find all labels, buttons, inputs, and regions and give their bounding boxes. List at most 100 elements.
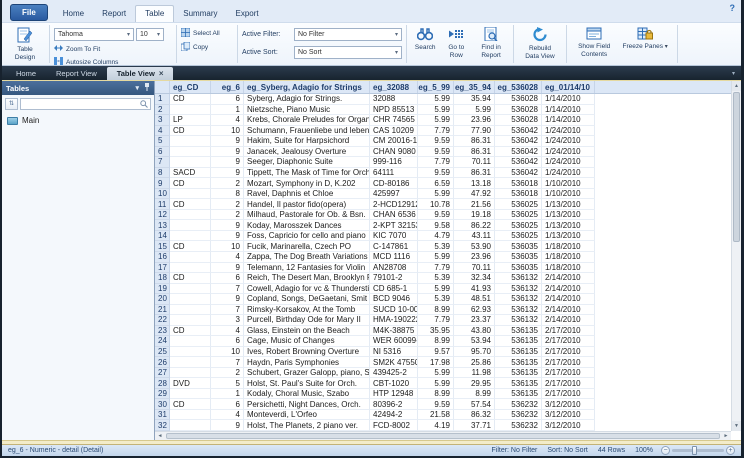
grid-cell[interactable]: 8.99	[454, 389, 495, 400]
row-number-cell[interactable]: 18	[155, 273, 170, 284]
ribbon-tab-report[interactable]: Report	[93, 6, 135, 22]
grid-row[interactable]: 267Haydn, Paris SymphoniesSM2K 4755017.9…	[155, 357, 731, 368]
grid-cell[interactable]: WER 60099-5	[370, 336, 418, 347]
grid-cell[interactable]: 9	[211, 147, 244, 158]
grid-cell[interactable]: FCD-8002	[370, 420, 418, 431]
grid-cell[interactable]	[170, 220, 211, 231]
grid-cell[interactable]: 536042	[495, 168, 542, 179]
grid-cell[interactable]: 4.79	[418, 231, 454, 242]
scroll-up-icon[interactable]: ▲	[732, 81, 741, 91]
grid-cell[interactable]: Rimsky-Korsakov, At the Tomb	[244, 305, 370, 316]
grid-cell[interactable]: 86.22	[454, 220, 495, 231]
grid-cell[interactable]: 7.79	[418, 315, 454, 326]
grid-cell[interactable]: 536135	[495, 357, 542, 368]
scroll-left-icon[interactable]: ◄	[155, 433, 165, 439]
grid-cell[interactable]: 536135	[495, 326, 542, 337]
grid-cell[interactable]: MCD 1116	[370, 252, 418, 263]
grid-row[interactable]: 223Purcell, Birthday Ode for Mary IIHMA-…	[155, 315, 731, 326]
row-number-cell[interactable]: 9	[155, 178, 170, 189]
table-design-button[interactable]: Table Design	[8, 25, 42, 63]
grid-cell[interactable]	[170, 284, 211, 295]
grid-cell[interactable]: 32.34	[454, 273, 495, 284]
scroll-down-icon[interactable]: ▼	[732, 421, 741, 431]
caret-down-icon[interactable]: ▾	[135, 84, 139, 92]
grid-cell[interactable]: CHAN 6536	[370, 210, 418, 221]
grid-cell[interactable]: 8.99	[418, 389, 454, 400]
grid-cell[interactable]: 5.99	[418, 115, 454, 126]
grid-cell[interactable]	[170, 315, 211, 326]
grid-cell[interactable]: 10	[211, 126, 244, 137]
file-tab[interactable]: File	[10, 4, 48, 21]
row-number-cell[interactable]: 30	[155, 399, 170, 410]
grid-cell[interactable]: CD	[170, 241, 211, 252]
grid-cell[interactable]: Glass, Einstein on the Beach	[244, 326, 370, 337]
grid-cell[interactable]: 5.99	[418, 189, 454, 200]
grid-cell[interactable]: 3/12/2010	[542, 399, 595, 410]
row-number-cell[interactable]: 8	[155, 168, 170, 179]
grid-cell[interactable]: Schubert, Grazer Galopp, piano, Sch	[244, 368, 370, 379]
grid-cell[interactable]: 2/17/2010	[542, 368, 595, 379]
grid-cell[interactable]: 8.99	[418, 336, 454, 347]
grid-cell[interactable]	[170, 157, 211, 168]
grid-cell[interactable]: 1/13/2010	[542, 231, 595, 242]
grid-cell[interactable]: 536135	[495, 347, 542, 358]
row-number-cell[interactable]: 31	[155, 410, 170, 421]
grid-row[interactable]: 246Cage, Music of ChangesWER 60099-58.99…	[155, 336, 731, 347]
grid-column-header[interactable]: eg_01/14/10	[542, 81, 595, 93]
grid-cell[interactable]: Handel, Il pastor fido(opera)	[244, 199, 370, 210]
grid-cell[interactable]: 1/14/2010	[542, 115, 595, 126]
grid-cell[interactable]: Nietzsche, Piano Music	[244, 105, 370, 116]
grid-cell[interactable]: 2/14/2010	[542, 315, 595, 326]
grid-cell[interactable]: 57.54	[454, 399, 495, 410]
grid-row[interactable]: 197Cowell, Adagio for vc & ThundersticCD…	[155, 284, 731, 295]
grid-cell[interactable]	[170, 136, 211, 147]
grid-cell[interactable]: 9.59	[418, 147, 454, 158]
grid-cell[interactable]: 17.98	[418, 357, 454, 368]
grid-row[interactable]: 291Kodaly, Choral Music, SzaboHTP 129488…	[155, 389, 731, 400]
grid-cell[interactable]: 1/24/2010	[542, 157, 595, 168]
grid-cell[interactable]: Purcell, Birthday Ode for Mary II	[244, 315, 370, 326]
grid-cell[interactable]: 6	[211, 94, 244, 105]
grid-column-header[interactable]: eg_6	[211, 81, 244, 93]
grid-cell[interactable]: 536028	[495, 115, 542, 126]
grid-cell[interactable]: Koday, Marosszek Dances	[244, 220, 370, 231]
grid-cell[interactable]: CD	[170, 199, 211, 210]
grid-cell[interactable]: 7.79	[418, 263, 454, 274]
row-number-cell[interactable]: 14	[155, 231, 170, 242]
grid-cell[interactable]: 1/13/2010	[542, 199, 595, 210]
grid-cell[interactable]: 6	[211, 399, 244, 410]
grid-cell[interactable]: 5.39	[418, 273, 454, 284]
row-number-cell[interactable]: 27	[155, 368, 170, 379]
grid-cell[interactable]: 11.98	[454, 368, 495, 379]
grid-cell[interactable]: Cowell, Adagio for vc & Thunderstic	[244, 284, 370, 295]
search-button[interactable]: Search	[412, 25, 439, 63]
view-tab-table-view[interactable]: Table View ×	[107, 67, 174, 80]
grid-cell[interactable]: 3/12/2010	[542, 420, 595, 431]
grid-cell[interactable]: 2/14/2010	[542, 305, 595, 316]
grid-row[interactable]: 217Rimsky-Korsakov, At the TombSUCD 10-0…	[155, 305, 731, 316]
grid-cell[interactable]	[170, 410, 211, 421]
show-field-contents-button[interactable]: Show Field Contents	[573, 25, 615, 63]
grid-cell[interactable]	[170, 252, 211, 263]
grid-cell[interactable]: 536232	[495, 410, 542, 421]
grid-cell[interactable]: 2	[211, 199, 244, 210]
grid-row[interactable]: 28DVD5Holst, St. Paul's Suite for Orch.C…	[155, 378, 731, 389]
grid-cell[interactable]: Zappa, The Dog Breath Variations	[244, 252, 370, 263]
grid-row[interactable]: 209Copland, Songs, DeGaetani, SmitBCD 90…	[155, 294, 731, 305]
grid-cell[interactable]: Milhaud, Pastorale for Ob. & Bsn.	[244, 210, 370, 221]
ribbon-tab-home[interactable]: Home	[54, 6, 93, 22]
grid-cell[interactable]: 70.11	[454, 263, 495, 274]
grid-cell[interactable]: 536042	[495, 136, 542, 147]
row-number-cell[interactable]: 26	[155, 357, 170, 368]
row-number-cell[interactable]: 29	[155, 389, 170, 400]
grid-cell[interactable]: 2-HCD12912	[370, 199, 418, 210]
grid-cell[interactable]: 79101-2	[370, 273, 418, 284]
grid-cell[interactable]: 439425-2	[370, 368, 418, 379]
grid-cell[interactable]: SUCD 10-001	[370, 305, 418, 316]
grid-cell[interactable]: 5.39	[418, 294, 454, 305]
grid-cell[interactable]	[170, 147, 211, 158]
grid-cell[interactable]: Reich, The Desert Man, Brooklyn PO	[244, 273, 370, 284]
grid-cell[interactable]: Janacek, Jealousy Overture	[244, 147, 370, 158]
grid-row[interactable]: 179Telemann, 12 Fantasies for ViolinAN28…	[155, 263, 731, 274]
grid-cell[interactable]: 536135	[495, 378, 542, 389]
